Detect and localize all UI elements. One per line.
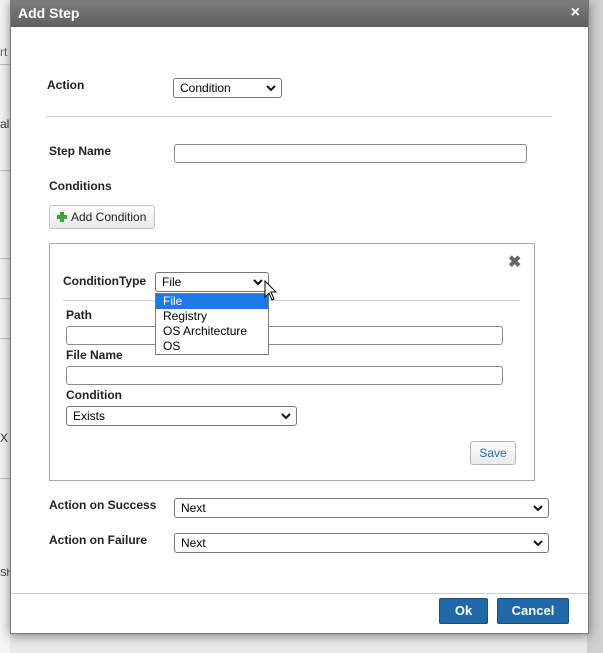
plus-icon xyxy=(57,212,67,222)
chevron-down-icon xyxy=(266,81,276,95)
step-name-input[interactable] xyxy=(174,144,527,163)
conditions-label: Conditions xyxy=(49,179,112,193)
section-divider xyxy=(46,116,552,117)
failure-action-value: Next xyxy=(181,536,206,550)
condition-panel: ✖ ConditionType File File Registry OS Ar… xyxy=(49,243,535,481)
success-action-label: Action on Success xyxy=(49,498,157,512)
add-condition-label: Add Condition xyxy=(71,210,147,224)
add-condition-button[interactable]: Add Condition xyxy=(49,205,155,229)
footer-divider xyxy=(11,593,588,594)
background-divider xyxy=(0,298,10,299)
background-divider xyxy=(0,338,10,339)
background-divider xyxy=(0,478,10,479)
background-left-strip xyxy=(0,0,10,653)
failure-action-label: Action on Failure xyxy=(49,533,148,547)
chevron-down-icon xyxy=(533,536,543,550)
background-divider xyxy=(0,64,10,65)
step-name-label: Step Name xyxy=(49,144,112,158)
cancel-button[interactable]: Cancel xyxy=(497,598,569,624)
dropdown-option-os-architecture[interactable]: OS Architecture xyxy=(156,324,268,339)
mouse-cursor-icon xyxy=(264,279,278,307)
background-right-strip xyxy=(587,0,603,653)
success-action-value: Next xyxy=(181,501,206,515)
chevron-down-icon xyxy=(253,275,263,289)
path-label: Path xyxy=(66,308,93,322)
background-fragment: rt xyxy=(0,45,8,59)
chevron-down-icon xyxy=(281,409,291,423)
remove-condition-icon[interactable]: ✖ xyxy=(508,252,521,272)
save-button[interactable]: Save xyxy=(470,441,516,465)
action-label: Action xyxy=(47,78,85,92)
condition-label: Condition xyxy=(66,388,122,402)
path-input[interactable] xyxy=(66,326,503,345)
panel-divider xyxy=(63,300,520,301)
dropdown-option-file[interactable]: File xyxy=(156,294,268,309)
action-select-value: Condition xyxy=(180,81,231,95)
file-name-input[interactable] xyxy=(66,366,503,385)
add-step-dialog: Add Step × Action Condition Step Name Co… xyxy=(10,0,589,634)
file-name-label: File Name xyxy=(66,348,123,362)
close-icon[interactable]: × xyxy=(571,4,580,22)
condition-type-label: ConditionType xyxy=(63,274,147,288)
ok-button[interactable]: Ok xyxy=(439,598,488,624)
dropdown-option-os[interactable]: OS xyxy=(156,339,268,354)
dialog-title: Add Step xyxy=(18,5,80,21)
condition-select[interactable]: Exists xyxy=(66,406,297,426)
condition-type-select[interactable]: File xyxy=(155,272,269,292)
condition-select-value: Exists xyxy=(73,409,106,423)
background-divider xyxy=(0,170,10,171)
success-action-select[interactable]: Next xyxy=(174,498,549,518)
action-select[interactable]: Condition xyxy=(173,78,282,98)
background-fragment: X xyxy=(0,431,9,445)
condition-type-value: File xyxy=(162,275,182,289)
dropdown-option-registry[interactable]: Registry xyxy=(156,309,268,324)
condition-type-dropdown: File Registry OS Architecture OS xyxy=(155,293,269,355)
dialog-title-bar[interactable]: Add Step × xyxy=(11,1,588,27)
background-divider xyxy=(0,258,10,259)
chevron-down-icon xyxy=(533,501,543,515)
failure-action-select[interactable]: Next xyxy=(174,533,549,553)
